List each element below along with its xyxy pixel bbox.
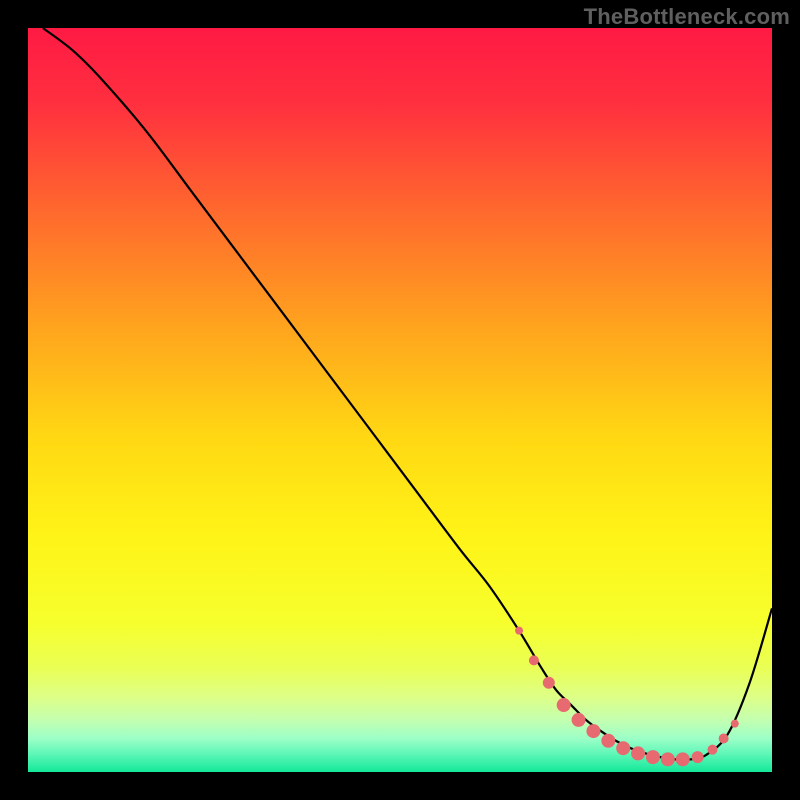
marker-dot <box>515 627 523 635</box>
marker-dot <box>676 752 690 766</box>
chart-svg <box>28 28 772 772</box>
marker-dot <box>601 734 615 748</box>
watermark-text: TheBottleneck.com <box>584 4 790 30</box>
marker-dot <box>646 750 660 764</box>
marker-dot <box>586 724 600 738</box>
marker-dot <box>557 698 571 712</box>
marker-dot <box>616 741 630 755</box>
marker-dot <box>719 734 729 744</box>
marker-dot <box>529 655 539 665</box>
marker-dot <box>692 751 704 763</box>
gradient-background <box>28 28 772 772</box>
marker-dot <box>731 720 739 728</box>
marker-dot <box>543 677 555 689</box>
marker-dot <box>631 746 645 760</box>
marker-dot <box>661 752 675 766</box>
chart-frame: TheBottleneck.com <box>0 0 800 800</box>
marker-dot <box>707 745 717 755</box>
plot-area <box>28 28 772 772</box>
marker-dot <box>572 713 586 727</box>
